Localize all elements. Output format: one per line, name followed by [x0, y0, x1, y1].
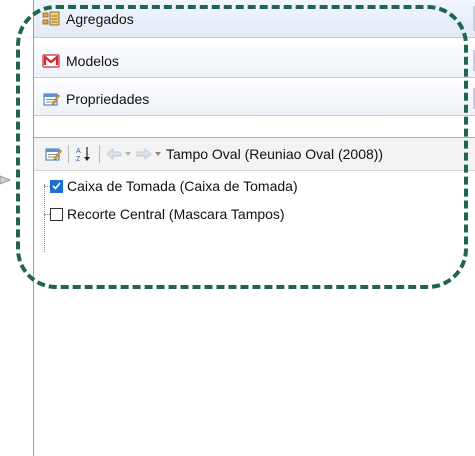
svg-text:A: A	[76, 148, 81, 155]
section-label: Agregados	[66, 10, 134, 27]
section-agregados[interactable]: Agregados	[34, 0, 475, 38]
pointer-arrow	[0, 170, 14, 193]
back-arrow-icon[interactable]	[106, 144, 122, 164]
section-propriedades[interactable]: Propriedades	[34, 82, 475, 116]
svg-text:Z: Z	[76, 156, 81, 163]
chevron-down-icon[interactable]	[124, 144, 132, 164]
tree-item-label: Caixa de Tomada (Caixa de Tomada)	[67, 178, 298, 194]
property-toolbar: A Z Tampo Oval (Reuniao Oval (2008))	[34, 137, 475, 171]
section-modelos[interactable]: Modelos	[34, 44, 475, 78]
toolbar-separator	[68, 145, 69, 163]
checkbox-checked[interactable]	[50, 179, 63, 193]
checkbox-unchecked[interactable]	[50, 207, 63, 221]
toolbar-separator	[99, 145, 100, 163]
properties-icon[interactable]	[44, 144, 62, 164]
breadcrumb: Tampo Oval (Reuniao Oval (2008))	[166, 146, 384, 162]
tree-item-label: Recorte Central (Mascara Tampos)	[67, 206, 285, 222]
sort-alphabetical-icon[interactable]: A Z	[75, 144, 93, 164]
forward-arrow-icon[interactable]	[136, 144, 152, 164]
aggregates-icon	[42, 10, 60, 28]
tree-item[interactable]: Recorte Central (Mascara Tampos)	[44, 201, 285, 227]
tree-item[interactable]: Caixa de Tomada (Caixa de Tomada)	[44, 173, 298, 199]
chevron-down-icon[interactable]	[154, 144, 162, 164]
section-label: Propriedades	[66, 90, 150, 107]
models-icon	[42, 52, 60, 70]
properties-icon	[42, 90, 60, 108]
section-label: Modelos	[66, 52, 119, 69]
